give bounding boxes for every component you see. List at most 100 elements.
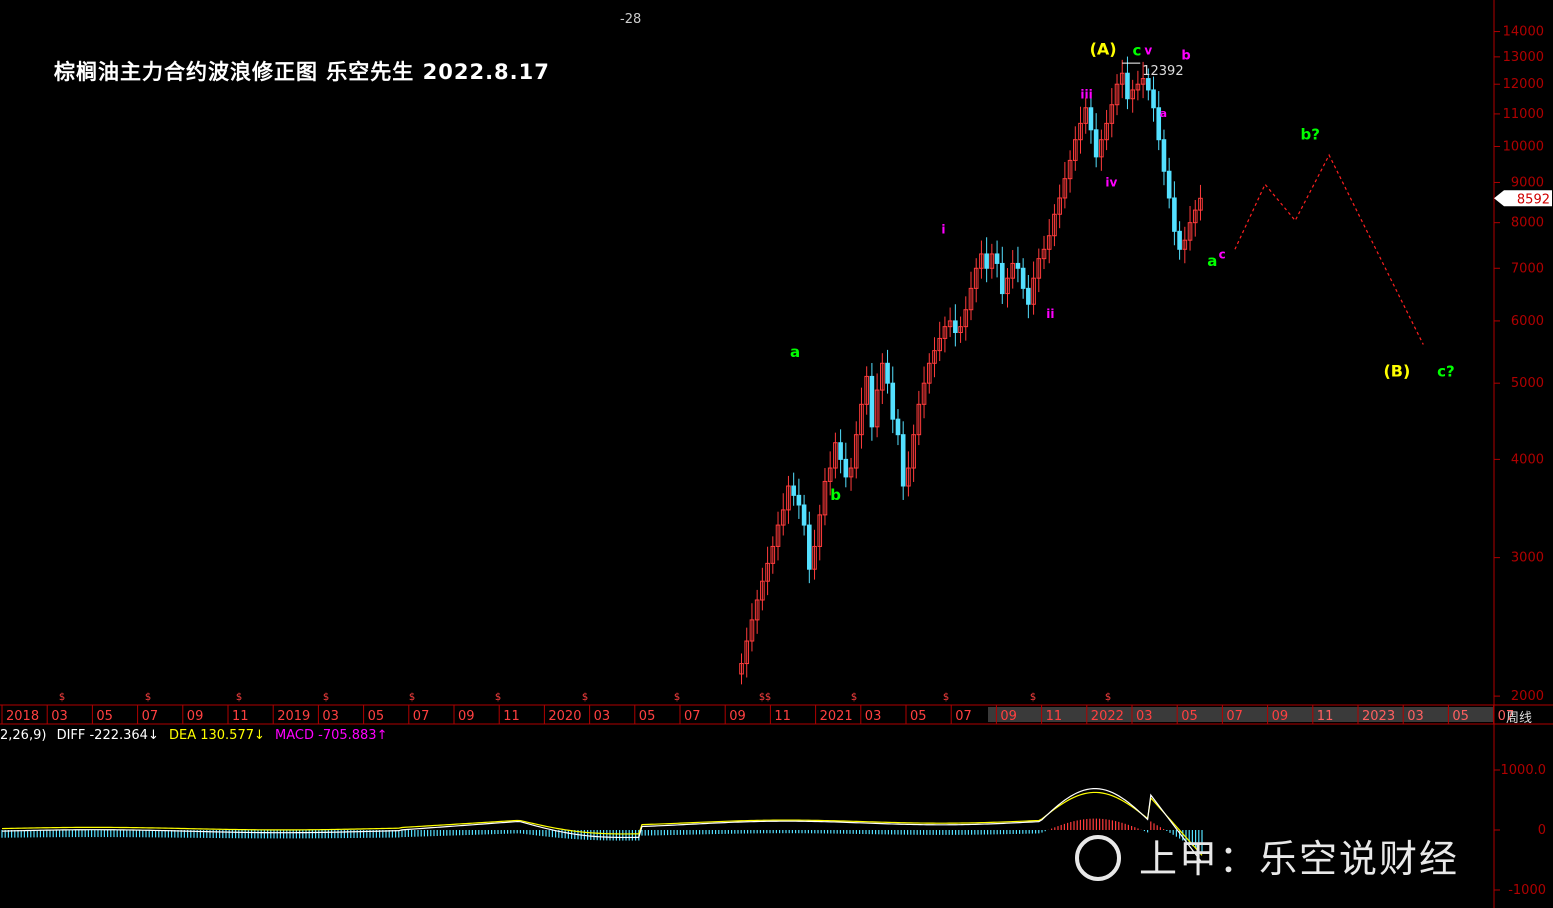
wave-label: c xyxy=(1133,42,1142,60)
x-tick-label: 05 xyxy=(96,709,113,724)
event-marker: $ xyxy=(145,692,151,703)
x-tick-label: 2021 xyxy=(820,709,853,724)
macd-diff-line xyxy=(1,788,1203,864)
y-tick-label: 11000 xyxy=(1503,107,1544,122)
wave-label: i xyxy=(941,223,945,237)
candle-body xyxy=(796,494,802,506)
x-tick-label: 09 xyxy=(187,709,204,724)
candle-body xyxy=(1166,170,1172,199)
candle-body xyxy=(885,362,890,384)
high-label: 12392 xyxy=(1142,64,1183,79)
candle-body xyxy=(1020,267,1026,289)
wave-label: iii xyxy=(1080,88,1092,102)
x-tick-label: 11 xyxy=(1317,709,1334,724)
top-marker: -28 xyxy=(620,12,642,27)
x-tick-label: 09 xyxy=(1000,709,1017,724)
x-tick-label: 11 xyxy=(503,709,520,724)
event-marker: $ xyxy=(943,692,949,703)
watermark-text: 上甲：乐空说财经 xyxy=(1139,837,1460,881)
candle-body xyxy=(994,253,1000,264)
x-tick-label: 11 xyxy=(232,709,249,724)
x-tick-label: 05 xyxy=(368,709,385,724)
candle-body xyxy=(1172,197,1177,232)
y-tick-label: 12000 xyxy=(1503,77,1544,92)
event-marker: $ xyxy=(1030,692,1036,703)
x-tick-label: 11 xyxy=(774,709,791,724)
candle-body xyxy=(1177,230,1182,250)
x-tick-label: 03 xyxy=(51,709,68,724)
wave-label: b xyxy=(830,486,841,504)
event-marker: $ xyxy=(236,692,242,703)
y-tick-label: 14000 xyxy=(1503,25,1544,40)
x-tick-label: 03 xyxy=(865,709,882,724)
macd-axis-label: 0 xyxy=(1538,823,1546,838)
x-tick-label: 2022 xyxy=(1091,709,1124,724)
wave-chart: $ $ $ $ $ $ $ $ $ $ $ $ $ $ 12392(A) c v baiiiiviiiaba cb… xyxy=(0,0,1553,908)
wave-label: v xyxy=(1144,43,1152,57)
page-title: 棕榈油主力合约波浪修正图 乐空先生 2022.8.17 xyxy=(54,60,550,84)
x-tick-label: 2018 xyxy=(6,709,39,724)
event-marker: $ xyxy=(323,692,329,703)
candle-body xyxy=(999,262,1005,295)
wave-label: b xyxy=(1181,49,1190,64)
candle-body xyxy=(791,485,796,496)
candle-body xyxy=(953,320,958,333)
macd-diff: DIFF -222.364↓ xyxy=(56,728,159,743)
candle-body xyxy=(801,504,807,526)
wave-label: c xyxy=(1219,248,1226,262)
x-tick-label: 03 xyxy=(1136,709,1153,724)
y-tick-label: 6000 xyxy=(1511,314,1544,329)
wave-label: ii xyxy=(1046,307,1054,321)
macd-axis-label: 1000.0 xyxy=(1501,763,1547,778)
candle-body xyxy=(1026,287,1031,305)
macd-value: MACD -705.883↑ xyxy=(275,728,388,743)
watermark: 上甲：乐空说财经 xyxy=(1075,828,1459,885)
candle-body xyxy=(1015,262,1021,269)
event-marker: $ xyxy=(495,692,501,703)
x-tick-label: 09 xyxy=(729,709,746,724)
y-tick-label: 2000 xyxy=(1511,689,1544,704)
event-marker: $ xyxy=(582,692,588,703)
current-price-label: 8592 xyxy=(1517,192,1550,207)
x-tick-label: 2019 xyxy=(277,709,310,724)
event-marker: $ xyxy=(1105,692,1111,703)
x-tick-label: 03 xyxy=(594,709,611,724)
event-marker: $ xyxy=(59,692,65,703)
x-tick-label: 09 xyxy=(458,709,475,724)
y-tick-label: 3000 xyxy=(1511,551,1544,566)
event-marker: $ xyxy=(765,692,771,703)
macd-params: 2,26,9) xyxy=(0,728,47,743)
event-marker: $ xyxy=(674,692,680,703)
event-marker: $ xyxy=(409,692,415,703)
x-tick-label: 03 xyxy=(322,709,339,724)
wave-label: a xyxy=(1207,252,1217,270)
candle-body xyxy=(838,442,843,460)
x-tick-label: 05 xyxy=(1181,709,1198,724)
wave-label: a xyxy=(790,343,800,361)
candle-body xyxy=(890,382,896,420)
candle-body xyxy=(984,253,989,269)
event-marker: $ xyxy=(851,692,857,703)
macd-dea: DEA 130.577↓ xyxy=(168,728,265,743)
macd-dea-line xyxy=(1,791,1203,856)
x-tick-label: 05 xyxy=(910,709,927,724)
x-tick-label: 05 xyxy=(1452,709,1469,724)
x-tick-label: 2023 xyxy=(1362,709,1395,724)
macd-axis-label: -1000 xyxy=(1508,883,1546,898)
projection-path xyxy=(1234,153,1424,345)
x-tick-label: 07 xyxy=(955,709,972,724)
candle-body xyxy=(1125,72,1130,100)
candle-body xyxy=(1093,129,1099,158)
x-tick-label: 09 xyxy=(1272,709,1289,724)
x-tick-label: 07 xyxy=(413,709,430,724)
x-tick-label: 05 xyxy=(639,709,656,724)
period-label[interactable]: 周线 xyxy=(1506,707,1532,726)
wave-label: c? xyxy=(1437,362,1455,380)
y-tick-label: 4000 xyxy=(1511,452,1544,467)
candle-body xyxy=(895,418,901,436)
x-tick-label: 11 xyxy=(1046,709,1063,724)
y-tick-label: 8000 xyxy=(1511,216,1544,231)
x-tick-label: 07 xyxy=(684,709,701,724)
candle-body xyxy=(1146,78,1151,91)
y-tick-label: 7000 xyxy=(1511,261,1544,276)
